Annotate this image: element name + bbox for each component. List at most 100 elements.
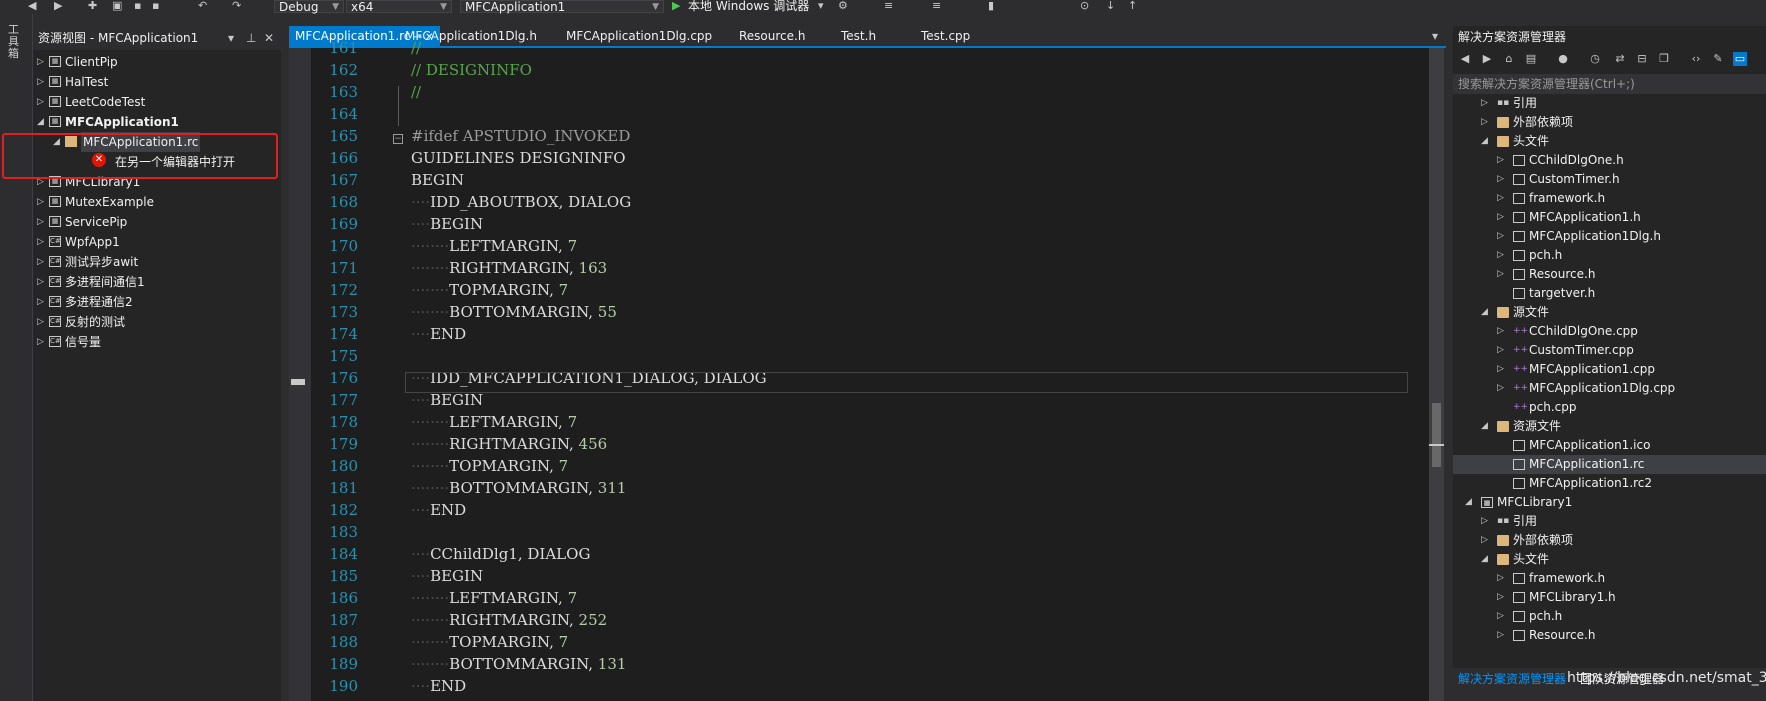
expand-icon[interactable]: ▷: [37, 252, 44, 272]
solution-tree-item[interactable]: ▷ ++ CustomTimer.cpp: [1453, 341, 1766, 360]
expand-icon[interactable]: ▷: [37, 232, 44, 252]
solution-tree-item[interactable]: MFCApplication1.ico: [1453, 436, 1766, 455]
solution-tree-item[interactable]: ▷ CustomTimer.h: [1453, 170, 1766, 189]
pending-changes-icon[interactable]: ●: [1556, 52, 1570, 66]
expand-icon[interactable]: ▷: [1497, 322, 1504, 341]
expand-icon[interactable]: ▷: [1497, 569, 1504, 588]
expand-icon[interactable]: ▷: [37, 332, 44, 352]
expand-icon[interactable]: ▷: [1497, 626, 1504, 645]
expand-icon[interactable]: ▷: [37, 72, 44, 92]
expand-icon[interactable]: ▷: [1497, 151, 1504, 170]
expand-icon[interactable]: ▷: [37, 92, 44, 112]
solution-tree-item[interactable]: MFCApplication1.rc2: [1453, 474, 1766, 493]
code-view-icon[interactable]: ‹›: [1689, 52, 1703, 66]
pin-icon[interactable]: ⊥: [246, 26, 256, 50]
solution-tree-item[interactable]: ▷ Resource.h: [1453, 626, 1766, 645]
preview-icon[interactable]: ▭: [1733, 52, 1747, 66]
collapse-icon[interactable]: ◢: [1481, 550, 1488, 569]
collapse-icon[interactable]: ◢: [1481, 132, 1488, 151]
solution-search-input[interactable]: 搜索解决方案资源管理器(Ctrl+;): [1453, 74, 1766, 94]
expand-icon[interactable]: ▷: [37, 192, 44, 212]
collapse-icon[interactable]: ◢: [1465, 493, 1472, 512]
forward-icon[interactable]: ▶: [1480, 52, 1494, 66]
solution-tree-item[interactable]: ▷ ▪▪ 引用: [1453, 512, 1766, 531]
chevron-down-icon[interactable]: ▾: [818, 0, 824, 12]
tab-solution-explorer[interactable]: 解决方案资源管理器: [1458, 670, 1566, 687]
resource-tree-item[interactable]: ▷ C# 测试异步awit: [33, 252, 281, 272]
play-icon[interactable]: ▶: [672, 0, 680, 12]
find-icon[interactable]: ⊙: [1080, 0, 1089, 12]
solution-tree-item[interactable]: ◢ 源文件: [1453, 303, 1766, 322]
home-icon[interactable]: ⌂: [1502, 52, 1516, 66]
expand-icon[interactable]: ▷: [1497, 360, 1504, 379]
solution-tree-item[interactable]: ▷ ++ CChildDlgOne.cpp: [1453, 322, 1766, 341]
resource-tree-item[interactable]: ▷ C# WpfApp1: [33, 232, 281, 252]
solution-tree-item[interactable]: ▷ 外部依赖项: [1453, 113, 1766, 132]
switch-views-icon[interactable]: ▤: [1524, 52, 1538, 66]
expand-icon[interactable]: ▷: [1497, 227, 1504, 246]
resource-tree-item[interactable]: ▷ C# 反射的测试: [33, 312, 281, 332]
solution-tree-item[interactable]: ▷ framework.h: [1453, 189, 1766, 208]
resource-tree-item[interactable]: ▷ ▦ ServicePip: [33, 212, 281, 232]
arrow-down-icon[interactable]: ↓: [1106, 0, 1115, 12]
history-icon[interactable]: ◷: [1588, 52, 1602, 66]
comment-icon[interactable]: ≡: [932, 0, 941, 12]
show-all-files-icon[interactable]: ❐: [1657, 52, 1671, 66]
expand-icon[interactable]: ▷: [37, 212, 44, 232]
start-debugging-button[interactable]: 本地 Windows 调试器: [688, 0, 809, 12]
solution-tree-item[interactable]: ▷ 外部依赖项: [1453, 531, 1766, 550]
config-select[interactable]: Debug ▼: [274, 0, 344, 13]
resource-tree-item[interactable]: ▷ C# 多进程通信2: [33, 292, 281, 312]
bookmark-icon[interactable]: ▮: [988, 0, 994, 12]
collapse-icon[interactable]: ◢: [1481, 417, 1488, 436]
solution-tree-item[interactable]: ◢ 资源文件: [1453, 417, 1766, 436]
expand-icon[interactable]: ▷: [1497, 208, 1504, 227]
new-project-icon[interactable]: ✚: [88, 0, 97, 12]
resource-tree-item[interactable]: ▷ C# 信号量: [33, 332, 281, 352]
resource-tree-item[interactable]: ▷ ▦ ClientPip: [33, 52, 281, 72]
expand-icon[interactable]: ▷: [1497, 265, 1504, 284]
expand-icon[interactable]: ▷: [37, 312, 44, 332]
format-icon[interactable]: ≡: [884, 0, 893, 12]
resource-tree-item[interactable]: ◢ ▦ MFCApplication1: [33, 112, 281, 132]
resource-tree-item[interactable]: ▷ ▦ LeetCodeTest: [33, 92, 281, 112]
collapse-icon[interactable]: ◢: [37, 112, 44, 132]
attach-icon[interactable]: ⚙: [838, 0, 848, 12]
save-icon[interactable]: ▪: [134, 0, 141, 12]
back-icon[interactable]: ◀: [1458, 52, 1472, 66]
solution-tree-item[interactable]: ▷ MFCApplication1.h: [1453, 208, 1766, 227]
solution-tree-item[interactable]: ▷ pch.h: [1453, 607, 1766, 626]
expand-icon[interactable]: ▷: [1481, 113, 1488, 132]
collapse-all-icon[interactable]: ⊟: [1635, 52, 1649, 66]
solution-tree-item[interactable]: MFCApplication1.rc: [1453, 455, 1766, 474]
expand-icon[interactable]: ▷: [1497, 588, 1504, 607]
resource-tree-item[interactable]: ▷ C# 多进程间通信1: [33, 272, 281, 292]
expand-icon[interactable]: ▷: [1481, 94, 1488, 113]
forward-icon[interactable]: ▶: [54, 0, 62, 12]
solution-tree-item[interactable]: ▷ MFCApplication1Dlg.h: [1453, 227, 1766, 246]
expand-icon[interactable]: ▷: [1497, 170, 1504, 189]
open-file-icon[interactable]: ▣: [112, 0, 122, 12]
expand-icon[interactable]: ▷: [1497, 341, 1504, 360]
sync-icon[interactable]: ⇄: [1613, 52, 1627, 66]
solution-tree-item[interactable]: ▷ ++ MFCApplication1Dlg.cpp: [1453, 379, 1766, 398]
undo-icon[interactable]: ↶: [198, 0, 207, 12]
solution-tree-item[interactable]: ▷ CChildDlgOne.h: [1453, 151, 1766, 170]
close-icon[interactable]: ✕: [264, 26, 274, 50]
expand-icon[interactable]: ▷: [1497, 379, 1504, 398]
chevron-down-icon[interactable]: ▾: [228, 26, 234, 50]
expand-icon[interactable]: ▷: [1497, 607, 1504, 626]
resource-tree-item[interactable]: ▷ ▦ HalTest: [33, 72, 281, 92]
project-select[interactable]: MFCApplication1 ▼: [460, 0, 664, 13]
expand-icon[interactable]: ▷: [37, 52, 44, 72]
solution-tree-item[interactable]: ◢ 头文件: [1453, 132, 1766, 151]
solution-tree-item[interactable]: ▷ ▪▪ 引用: [1453, 94, 1766, 113]
redo-icon[interactable]: ↷: [232, 0, 241, 12]
expand-icon[interactable]: ▷: [1497, 189, 1504, 208]
solution-tree-item[interactable]: ▷ ++ MFCApplication1.cpp: [1453, 360, 1766, 379]
scrollbar-thumb[interactable]: [1432, 403, 1441, 467]
arrow-up-icon[interactable]: ↑: [1128, 0, 1137, 12]
vertical-scrollbar[interactable]: [1429, 48, 1444, 701]
solution-tree-item[interactable]: ◢ 头文件: [1453, 550, 1766, 569]
properties-icon[interactable]: ✎: [1711, 52, 1725, 66]
